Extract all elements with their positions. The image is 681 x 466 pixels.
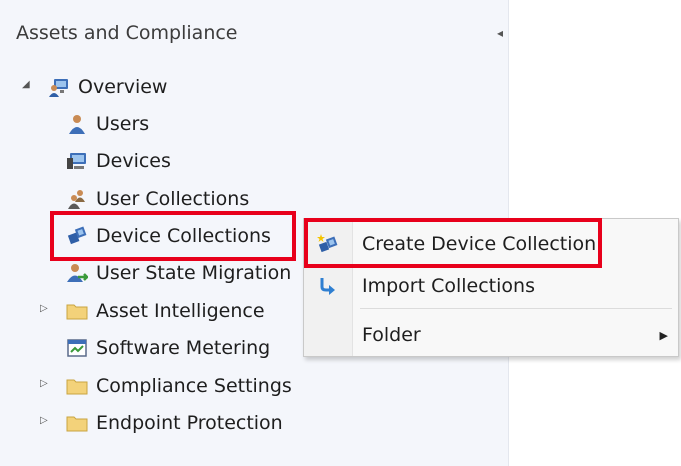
menu-separator: [360, 308, 672, 309]
tree-item-user-collections[interactable]: User Collections: [66, 184, 249, 214]
submenu-arrow-icon: ▶: [659, 328, 668, 342]
collapsed-chevron-icon[interactable]: ▷: [40, 415, 48, 426]
users-icon: [66, 113, 88, 135]
menu-item-folder[interactable]: Folder ▶: [304, 316, 678, 354]
tree-item-label: Software Metering: [96, 337, 271, 359]
tree-item-label: Endpoint Protection: [96, 412, 283, 434]
expanded-chevron-icon[interactable]: ◢: [22, 79, 30, 90]
pane-title: Assets and Compliance: [16, 22, 238, 44]
menu-item-label: Import Collections: [362, 275, 535, 297]
create-device-collection-highlight: [304, 218, 602, 268]
tree-item-asset-intelligence[interactable]: Asset Intelligence: [66, 296, 265, 326]
folder-icon: [66, 412, 88, 434]
tree-item-label: Devices: [96, 150, 171, 172]
overview-icon: [48, 76, 70, 98]
folder-icon: [66, 300, 88, 322]
menu-item-import-collections[interactable]: Import Collections: [304, 267, 678, 305]
tree-item-overview[interactable]: Overview: [48, 72, 167, 102]
tree-item-label: Users: [96, 113, 150, 135]
tree-item-label: User Collections: [96, 188, 250, 210]
tree-item-devices[interactable]: Devices: [66, 146, 171, 176]
collapse-pane-icon[interactable]: ◂: [497, 26, 507, 40]
tree-item-label: Compliance Settings: [96, 375, 292, 397]
software-metering-icon: [66, 337, 88, 359]
device-collections-icon: [66, 225, 88, 247]
tree-item-software-metering[interactable]: Software Metering: [66, 333, 270, 363]
tree-item-label: Device Collections: [96, 225, 271, 247]
tree-item-users[interactable]: Users: [66, 109, 149, 139]
collapsed-chevron-icon[interactable]: ▷: [40, 378, 48, 389]
tree-item-user-state-migration[interactable]: User State Migration: [66, 258, 291, 288]
menu-item-label: Folder: [362, 324, 421, 346]
folder-icon: [66, 375, 88, 397]
tree-item-label: Overview: [78, 76, 168, 98]
collapsed-chevron-icon[interactable]: ▷: [40, 303, 48, 314]
import-arrow-icon: [317, 275, 339, 297]
tree-item-label: User State Migration: [96, 262, 292, 284]
devices-icon: [66, 150, 88, 172]
user-state-migration-icon: [66, 262, 88, 284]
tree-item-device-collections[interactable]: Device Collections: [66, 221, 271, 251]
tree-item-endpoint-protection[interactable]: Endpoint Protection: [66, 408, 283, 438]
tree-item-label: Asset Intelligence: [96, 300, 265, 322]
user-collections-icon: [66, 188, 88, 210]
tree-item-compliance-settings[interactable]: Compliance Settings: [66, 371, 292, 401]
